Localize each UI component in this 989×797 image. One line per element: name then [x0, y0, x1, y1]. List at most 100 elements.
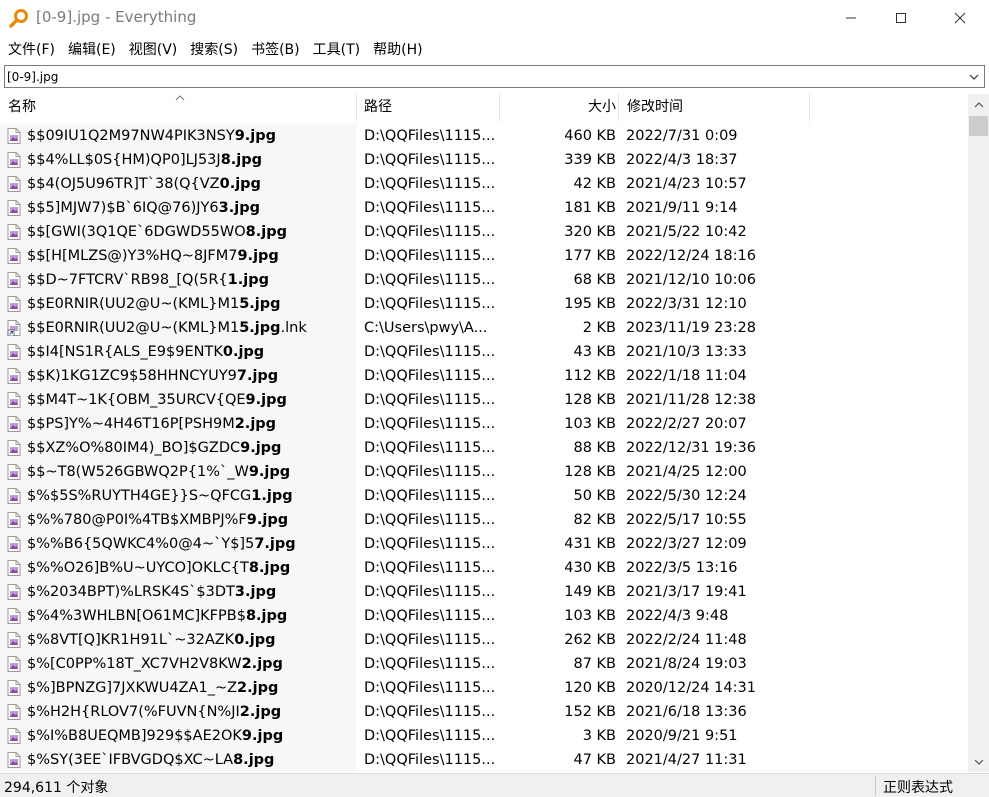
file-name-prefix: $%]BPNZG]7JXKWU4ZA1_~Z [27, 680, 238, 696]
menu-file[interactable]: 文件(F) [0, 38, 60, 62]
regex-mode-indicator[interactable]: 正则表达式 [883, 777, 953, 797]
table-row[interactable]: $%%B6{5QWKC4%0@4~`Y$]57.jpg D:\QQFiles\11… [0, 532, 968, 556]
column-date-label: 修改时间 [627, 99, 683, 115]
scroll-up-button[interactable] [968, 94, 989, 115]
table-row[interactable]: $$M4T~1K{OBM_35URCV{QE9.jpg D:\QQFiles\11… [0, 388, 968, 412]
file-name-cell[interactable]: $$XZ%O%80IM4)_BO]$GZDC9.jpg [0, 436, 356, 460]
table-row[interactable]: $$E0RNIR(UU2@U~(KML}M15.jpg D:\QQFiles\11… [0, 292, 968, 316]
table-row[interactable]: $%%O26]B%U~UYCO]OKLC{T8.jpg D:\QQFiles\11… [0, 556, 968, 580]
file-name-cell[interactable]: $$[H[MLZS@)Y3%HQ~8JFM79.jpg [0, 244, 356, 268]
file-date-cell: 2022/3/31 12:10 [626, 296, 747, 312]
menu-view[interactable]: 视图(V) [121, 38, 183, 62]
file-name-cell[interactable]: $%I%B8UEQMB]929$$AE2OK9.jpg [0, 724, 356, 748]
file-name-cell[interactable]: $%%O26]B%U~UYCO]OKLC{T8.jpg [0, 556, 356, 580]
menu-tools[interactable]: 工具(T) [305, 38, 365, 62]
image-file-icon [7, 296, 21, 312]
file-name-cell[interactable]: $$E0RNIR(UU2@U~(KML}M15.jpg [0, 292, 356, 316]
table-row[interactable]: $$~T8(W526GBWQ2P{1%`_W9.jpg D:\QQFiles\11… [0, 460, 968, 484]
table-row[interactable]: $$5]MJW7)$B`6IQ@76)JY63.jpg D:\QQFiles\11… [0, 196, 968, 220]
table-row[interactable]: $%2034BPT)%LRSK4S`$3DT3.jpg D:\QQFiles\11… [0, 580, 968, 604]
status-divider [875, 776, 876, 796]
table-row[interactable]: $$4(OJ5U96TR]T`38(Q{VZ0.jpg D:\QQFiles\11… [0, 172, 968, 196]
file-name-cell[interactable]: $$PS]Y%~4H46T16P[PSH9M2.jpg [0, 412, 356, 436]
file-name-cell[interactable]: $$M4T~1K{OBM_35URCV{QE9.jpg [0, 388, 356, 412]
file-name-cell[interactable]: $$4(OJ5U96TR]T`38(Q{VZ0.jpg [0, 172, 356, 196]
table-row[interactable]: $%4%3WHLBN[O61MC]KFPB$8.jpg D:\QQFiles\11… [0, 604, 968, 628]
file-name-match: 2.jpg [237, 680, 279, 696]
scroll-down-button[interactable] [968, 751, 989, 772]
image-file-icon [7, 248, 21, 264]
file-name-cell[interactable]: $%%B6{5QWKC4%0@4~`Y$]57.jpg [0, 532, 356, 556]
file-date-cell: 2021/10/3 13:33 [626, 344, 747, 360]
file-date-cell: 2021/8/24 19:03 [626, 656, 747, 672]
column-header-date[interactable]: 修改时间 [618, 94, 810, 121]
file-name-cell[interactable]: $%%780@P0I%4TB$XMBPJ%F9.jpg [0, 508, 356, 532]
table-row[interactable]: $%%780@P0I%4TB$XMBPJ%F9.jpg D:\QQFiles\11… [0, 508, 968, 532]
magnifier-icon [9, 9, 28, 28]
table-row[interactable]: $$09IU1Q2M97NW4PIK3NSY9.jpg D:\QQFiles\11… [0, 124, 968, 148]
menu-edit[interactable]: 编辑(E) [60, 38, 121, 62]
file-name-cell[interactable]: $$E0RNIR(UU2@U~(KML}M15.jpg.lnk [0, 316, 356, 340]
file-name-cell[interactable]: $%4%3WHLBN[O61MC]KFPB$8.jpg [0, 604, 356, 628]
minimize-button[interactable] [828, 0, 874, 36]
file-name-cell[interactable]: $%[C0PP%18T_XC7VH2V8KW2.jpg [0, 652, 356, 676]
file-date-cell: 2022/5/17 10:55 [626, 512, 747, 528]
menu-bookmarks[interactable]: 书签(B) [243, 38, 305, 62]
file-size-cell: 103 KB [564, 608, 616, 624]
file-path-cell: D:\QQFiles\1115... [364, 152, 496, 168]
file-name-cell[interactable]: $$K)1KG1ZC9$58HHNCYUY97.jpg [0, 364, 356, 388]
table-row[interactable]: $%]BPNZG]7JXKWU4ZA1_~Z2.jpg D:\QQFiles\11… [0, 676, 968, 700]
table-row[interactable]: $$[H[MLZS@)Y3%HQ~8JFM79.jpg D:\QQFiles\11… [0, 244, 968, 268]
table-row[interactable]: $%[C0PP%18T_XC7VH2V8KW2.jpg D:\QQFiles\11… [0, 652, 968, 676]
file-name-cell[interactable]: $%2034BPT)%LRSK4S`$3DT3.jpg [0, 580, 356, 604]
table-row[interactable]: $$4%LL$0S{HM)QP0]LJ53J8.jpg D:\QQFiles\11… [0, 148, 968, 172]
search-input[interactable] [6, 66, 956, 87]
table-row[interactable]: $%$5S%RUYTH4GE}}S~QFCG1.jpg D:\QQFiles\11… [0, 484, 968, 508]
file-name-cell[interactable]: $$D~7FTCRV`RB98_[Q(5R{1.jpg [0, 268, 356, 292]
table-row[interactable]: $%8VT[Q]KR1H91L`~32AZK0.jpg D:\QQFiles\11… [0, 628, 968, 652]
table-row[interactable]: $$XZ%O%80IM4)_BO]$GZDC9.jpg D:\QQFiles\11… [0, 436, 968, 460]
file-name-match: 0.jpg [219, 176, 261, 192]
file-size-cell: 149 KB [564, 584, 616, 600]
image-file-icon [7, 224, 21, 240]
file-name-cell[interactable]: $%SY(3EE`IFBVGDQ$XC~LA8.jpg [0, 748, 356, 772]
table-row[interactable]: $%SY(3EE`IFBVGDQ$XC~LA8.jpg D:\QQFiles\11… [0, 748, 968, 772]
file-name-cell[interactable]: $%H2H{RLOV7(%FUVN{N%JI2.jpg [0, 700, 356, 724]
table-row[interactable]: $$K)1KG1ZC9$58HHNCYUY97.jpg D:\QQFiles\11… [0, 364, 968, 388]
file-date-cell: 2020/9/21 9:51 [626, 728, 738, 744]
column-header-path[interactable]: 路径 [356, 94, 499, 121]
table-row[interactable]: $$[GWI(3Q1QE`6DGWD55WO8.jpg D:\QQFiles\11… [0, 220, 968, 244]
table-row[interactable]: $$E0RNIR(UU2@U~(KML}M15.jpg.lnk C:\Users\… [0, 316, 968, 340]
file-path-cell: D:\QQFiles\1115... [364, 632, 496, 648]
column-header-name[interactable]: 名称 [0, 94, 356, 121]
table-row[interactable]: $$D~7FTCRV`RB98_[Q(5R{1.jpg D:\QQFiles\11… [0, 268, 968, 292]
file-name-cell[interactable]: $$[GWI(3Q1QE`6DGWD55WO8.jpg [0, 220, 356, 244]
file-name-cell[interactable]: $%8VT[Q]KR1H91L`~32AZK0.jpg [0, 628, 356, 652]
file-name-cell[interactable]: $$5]MJW7)$B`6IQ@76)JY63.jpg [0, 196, 356, 220]
file-path-cell: D:\QQFiles\1115... [364, 440, 496, 456]
scroll-thumb[interactable] [969, 116, 988, 136]
file-name-cell[interactable]: $$4%LL$0S{HM)QP0]LJ53J8.jpg [0, 148, 356, 172]
table-row[interactable]: $%I%B8UEQMB]929$$AE2OK9.jpg D:\QQFiles\11… [0, 724, 968, 748]
file-date-cell: 2023/11/19 23:28 [626, 320, 756, 336]
chevron-down-icon[interactable] [968, 71, 980, 83]
chevron-up-icon [974, 101, 983, 107]
file-size-cell: 88 KB [573, 440, 616, 456]
file-name-cell[interactable]: $$I4[NS1R{ALS_E9$9ENTK0.jpg [0, 340, 356, 364]
vertical-scrollbar[interactable] [968, 94, 989, 772]
column-header-size[interactable]: 大小 [499, 94, 618, 121]
file-name-cell[interactable]: $$~T8(W526GBWQ2P{1%`_W9.jpg [0, 460, 356, 484]
table-row[interactable]: $%H2H{RLOV7(%FUVN{N%JI2.jpg D:\QQFiles\11… [0, 700, 968, 724]
maximize-button[interactable] [878, 0, 924, 36]
file-date-cell: 2020/12/24 14:31 [626, 680, 756, 696]
menu-help[interactable]: 帮助(H) [365, 38, 427, 62]
results-list[interactable]: $$09IU1Q2M97NW4PIK3NSY9.jpg D:\QQFiles\11… [0, 124, 968, 772]
table-row[interactable]: $$PS]Y%~4H46T16P[PSH9M2.jpg D:\QQFiles\11… [0, 412, 968, 436]
table-row[interactable]: $$I4[NS1R{ALS_E9$9ENTK0.jpg D:\QQFiles\11… [0, 340, 968, 364]
file-name-cell[interactable]: $%]BPNZG]7JXKWU4ZA1_~Z2.jpg [0, 676, 356, 700]
file-name-cell[interactable]: $$09IU1Q2M97NW4PIK3NSY9.jpg [0, 124, 356, 148]
file-name-cell[interactable]: $%$5S%RUYTH4GE}}S~QFCG1.jpg [0, 484, 356, 508]
menu-search[interactable]: 搜索(S) [182, 38, 243, 62]
title-bar[interactable]: [0-9].jpg - Everything [0, 0, 989, 36]
close-button[interactable] [937, 0, 983, 36]
